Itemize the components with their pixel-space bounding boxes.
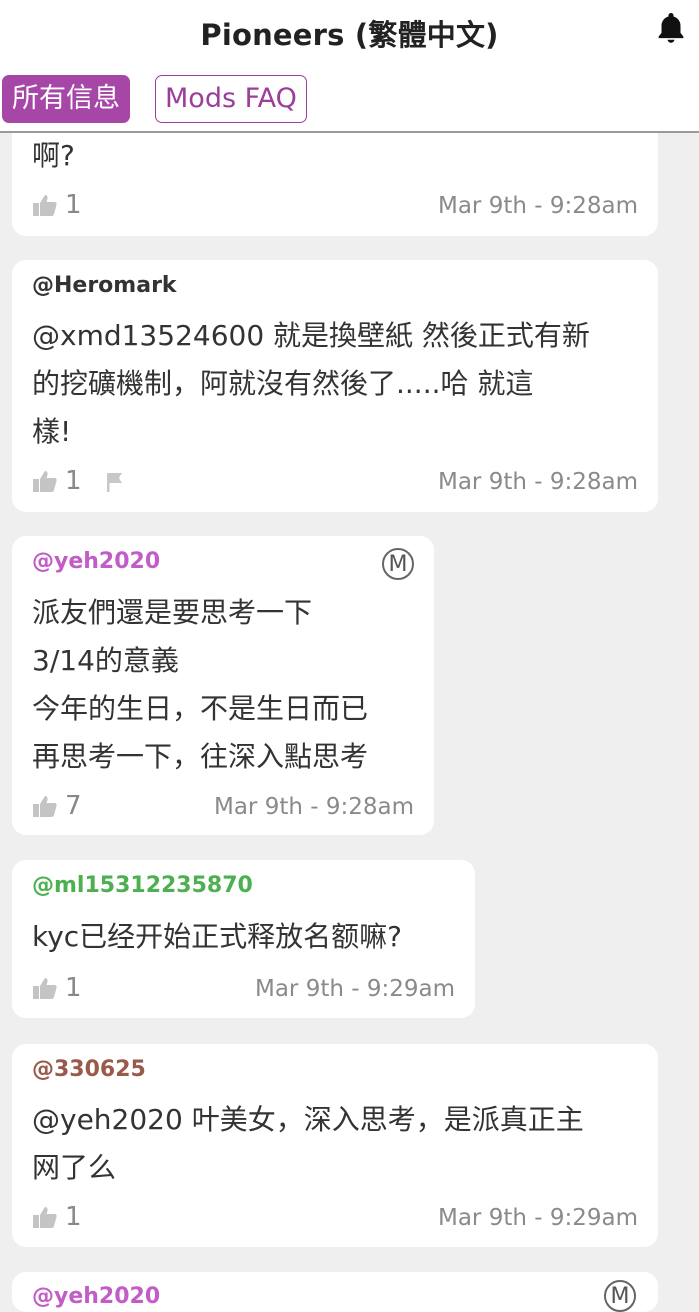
flag-icon[interactable] — [105, 471, 125, 493]
timestamp: Mar 9th - 9:28am — [437, 469, 638, 495]
thumbs-up-icon[interactable] — [32, 469, 58, 493]
message-text: 啊? — [32, 139, 75, 172]
thumbs-up-icon[interactable] — [32, 976, 58, 1000]
message-text: @yeh2020 叶美女，深入思考，是派真正主 网了么 — [32, 1103, 584, 1184]
app-header: Pioneers (繁體中文) 所有信息 Mods FAQ — [0, 0, 699, 133]
message-text: 派友們還是要思考一下 3/14的意義 今年的生日，不是生日而已 再思考一下，往深… — [32, 596, 369, 773]
thumbs-up-icon[interactable] — [32, 193, 58, 217]
message-card: @yeh2020 M — [12, 1272, 658, 1312]
like-count: 1 — [65, 973, 82, 1003]
timestamp: Mar 9th - 9:29am — [254, 976, 455, 1002]
author-name[interactable]: @ml15312235870 — [32, 873, 253, 898]
page-title: Pioneers (繁體中文) — [200, 18, 499, 52]
message-card: @330625 @yeh2020 叶美女，深入思考，是派真正主 网了么 1 Ma… — [12, 1044, 658, 1247]
timestamp: Mar 9th - 9:28am — [437, 193, 638, 219]
message-card: @yeh2020 M 派友們還是要思考一下 3/14的意義 今年的生日，不是生日… — [12, 536, 434, 835]
bell-icon[interactable] — [652, 8, 690, 48]
moderator-badge-icon: M — [604, 1280, 636, 1312]
message-footer: 1 Mar 9th - 9:29am — [32, 972, 455, 1006]
message-footer: 1 Mar 9th - 9:28am — [32, 189, 638, 223]
tab-mods-faq[interactable]: Mods FAQ — [155, 75, 307, 123]
like-count: 1 — [65, 1202, 82, 1232]
author-name[interactable]: @Heromark — [32, 273, 177, 298]
like-count: 7 — [65, 791, 82, 821]
message-card: @ml15312235870 kyc已经开始正式释放名额嘛? 1 Mar 9th… — [12, 860, 475, 1018]
timestamp: Mar 9th - 9:28am — [213, 794, 414, 820]
author-name[interactable]: @yeh2020 — [32, 549, 160, 574]
author-name[interactable]: @330625 — [32, 1057, 146, 1082]
message-footer: 7 Mar 9th - 9:28am — [32, 790, 414, 824]
like-count: 1 — [65, 466, 82, 496]
author-name[interactable]: @yeh2020 — [32, 1284, 160, 1309]
thumbs-up-icon[interactable] — [32, 1205, 58, 1229]
moderator-badge-icon: M — [382, 548, 414, 580]
message-text: kyc已经开始正式释放名额嘛? — [32, 920, 403, 953]
message-footer: 1 Mar 9th - 9:28am — [32, 465, 638, 499]
timestamp: Mar 9th - 9:29am — [437, 1205, 638, 1231]
message-text: @xmd13524600 就是換壁紙 然後正式有新 的挖礦機制，阿就沒有然後了.… — [32, 319, 590, 448]
message-card: @Heromark @xmd13524600 就是換壁紙 然後正式有新 的挖礦機… — [12, 260, 658, 512]
message-footer: 1 Mar 9th - 9:29am — [32, 1201, 638, 1235]
tab-all-messages[interactable]: 所有信息 — [2, 75, 130, 123]
like-count: 1 — [65, 190, 82, 220]
thumbs-up-icon[interactable] — [32, 794, 58, 818]
